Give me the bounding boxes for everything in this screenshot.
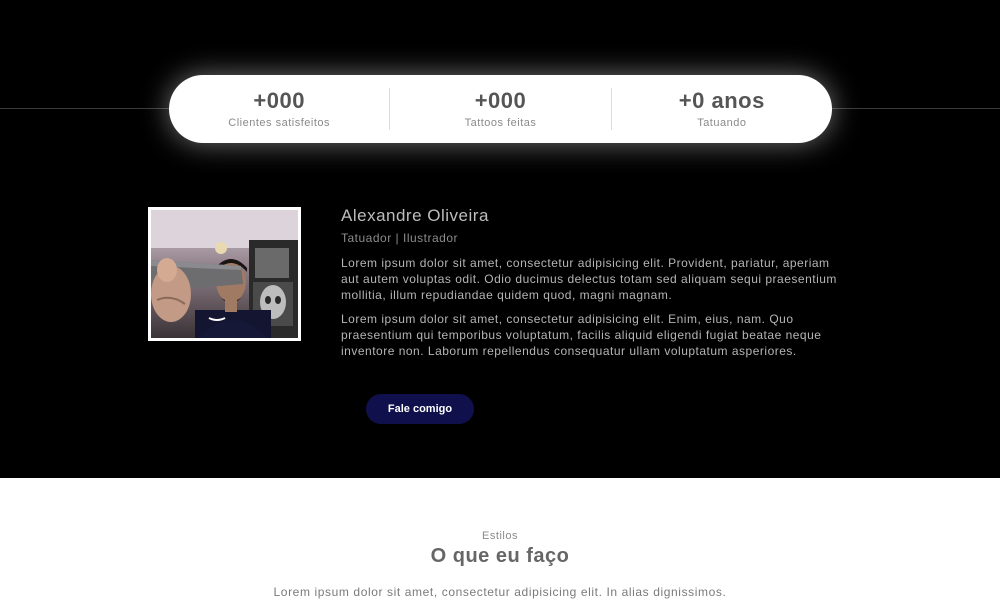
contact-button[interactable]: Fale comigo bbox=[366, 394, 474, 424]
stat-value: +000 bbox=[253, 87, 305, 113]
stat-label: Clientes satisfeitos bbox=[228, 116, 331, 129]
about-section: +000 Clientes satisfeitos +000 Tattoos f… bbox=[0, 0, 1000, 478]
stats-bar: +000 Clientes satisfeitos +000 Tattoos f… bbox=[169, 75, 832, 143]
artist-name: Alexandre Oliveira bbox=[341, 206, 489, 225]
stat-label: Tatuando bbox=[697, 116, 747, 129]
section-eyebrow: Estilos bbox=[482, 530, 518, 542]
stat-clients: +000 Clientes satisfeitos bbox=[169, 88, 389, 130]
stat-value: +000 bbox=[474, 87, 527, 113]
about-paragraph-2: Lorem ipsum dolor sit amet, consectetur … bbox=[341, 312, 822, 358]
stat-tattoos: +000 Tattoos feitas bbox=[389, 88, 610, 130]
about-content: Alexandre Oliveira Tatuador | Ilustrador… bbox=[341, 205, 846, 359]
section-description: Lorem ipsum dolor sit amet, consectetur … bbox=[273, 585, 727, 599]
profile-photo bbox=[148, 207, 301, 341]
stat-years: +0 anos Tatuando bbox=[610, 87, 832, 130]
artist-role: Tatuador | Ilustrador bbox=[341, 231, 459, 245]
section-title: O que eu faço bbox=[430, 545, 570, 567]
about-paragraph-1: Lorem ipsum dolor sit amet, consectetur … bbox=[341, 256, 837, 302]
stat-label: Tattoos feitas bbox=[464, 116, 537, 129]
stat-value: +0 anos bbox=[678, 87, 765, 113]
